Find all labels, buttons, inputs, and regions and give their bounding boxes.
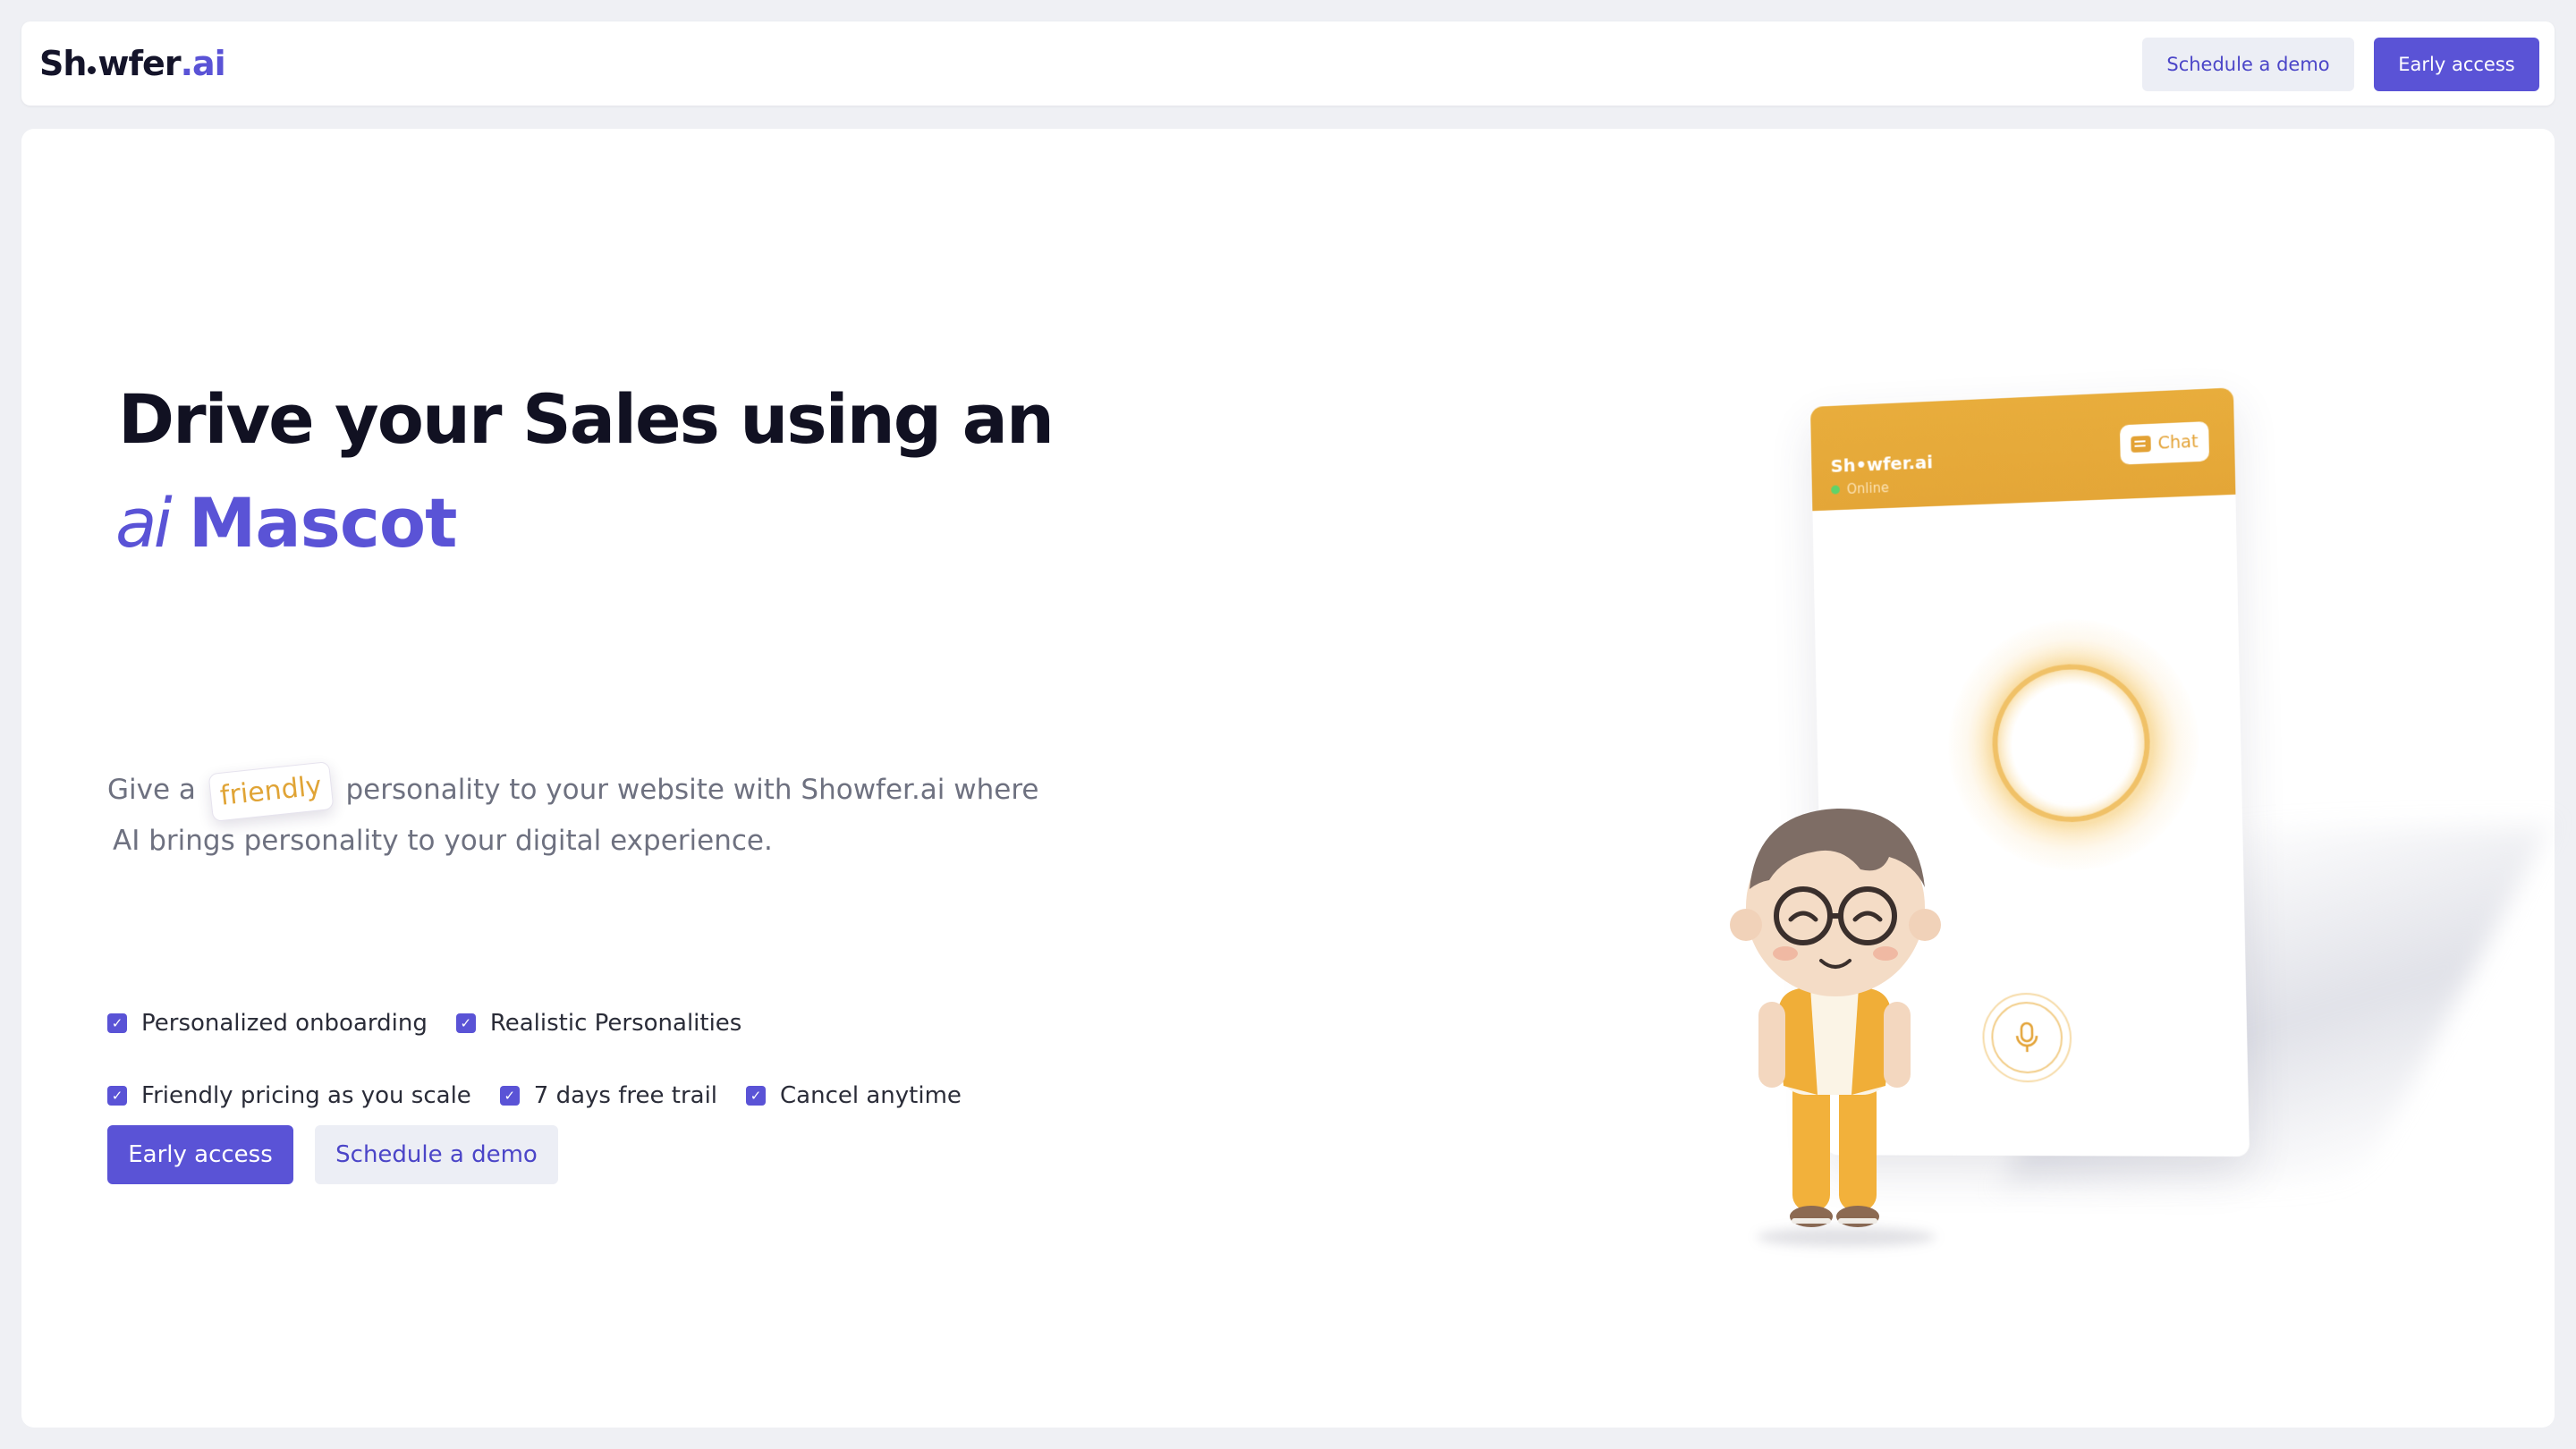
feature-item: ✓ Personalized onboarding — [107, 1010, 428, 1037]
subtext-line2: AI brings personality to your digital ex… — [113, 824, 773, 857]
nav-schedule-demo-button[interactable]: Schedule a demo — [2142, 38, 2354, 91]
hero-section: Drive your Sales using an ai Mascot Give… — [21, 129, 2555, 1428]
widget-brand: Sh•wfer.ai — [1830, 451, 1934, 477]
hero-headline-line2: ai Mascot — [115, 478, 458, 567]
mic-inner-ring — [1990, 1001, 2063, 1074]
widget-status: Online — [1831, 479, 1889, 497]
feature-item: ✓ Realistic Personalities — [455, 1010, 742, 1037]
checkbox-checked-icon: ✓ — [107, 1086, 127, 1106]
subtext-before: Give a — [107, 774, 196, 806]
feature-row-2: ✓ Friendly pricing as you scale ✓ 7 days… — [107, 1078, 1091, 1114]
checkbox-checked-icon: ✓ — [499, 1086, 520, 1106]
mascot-character — [1703, 782, 1971, 1247]
logo-text-start: Sh — [39, 44, 87, 83]
top-navbar: Sh wfer .ai Schedule a demo Early access — [21, 21, 2555, 106]
chat-bubble-icon — [2131, 435, 2151, 453]
feature-label: Realistic Personalities — [489, 1010, 742, 1037]
widget-mic-button[interactable] — [1981, 992, 2073, 1083]
feature-item: ✓ Friendly pricing as you scale — [107, 1082, 471, 1109]
headline-mascot-word: Mascot — [188, 482, 458, 563]
widget-chat-label: Chat — [2157, 431, 2199, 453]
online-dot-icon — [1831, 485, 1841, 495]
hero-early-access-button[interactable]: Early access — [107, 1125, 293, 1184]
nav-early-access-button[interactable]: Early access — [2374, 38, 2539, 91]
mascot-illustration: Sh•wfer.ai Online Chat — [1703, 361, 2550, 1301]
feature-item: ✓ Cancel anytime — [746, 1082, 962, 1109]
hero-subtext: Give a friendly personality to your webs… — [107, 760, 1055, 866]
ai-wordmark: ai — [115, 482, 173, 563]
feature-label: Personalized onboarding — [141, 1010, 428, 1037]
subtext-after: personality to your website with Showfer… — [345, 774, 1039, 806]
feature-label: Cancel anytime — [780, 1082, 962, 1109]
logo-text-ai: .ai — [180, 44, 226, 83]
feature-item: ✓ 7 days free trail — [499, 1082, 718, 1109]
logo-dot-icon — [88, 65, 97, 74]
hero-headline: Drive your Sales using an — [118, 379, 1055, 459]
brand-logo[interactable]: Sh wfer .ai — [39, 21, 226, 106]
checkbox-checked-icon: ✓ — [107, 1013, 127, 1033]
logo-text-mid: wfer — [97, 44, 181, 83]
mascot-ground-shadow — [1757, 1227, 1936, 1247]
feature-row-1: ✓ Personalized onboarding ✓ Realistic Pe… — [107, 1005, 1091, 1041]
widget-status-label: Online — [1846, 479, 1889, 497]
widget-header: Sh•wfer.ai Online Chat — [1809, 387, 2236, 512]
mascot-figure-icon — [1730, 808, 1941, 1227]
friendly-sticker: friendly — [208, 760, 335, 822]
feature-label: 7 days free trail — [533, 1082, 718, 1109]
microphone-icon — [2013, 1021, 2041, 1053]
checkbox-checked-icon: ✓ — [746, 1086, 767, 1106]
feature-label: Friendly pricing as you scale — [141, 1082, 471, 1109]
widget-chat-button[interactable]: Chat — [2119, 421, 2210, 465]
hero-schedule-demo-button[interactable]: Schedule a demo — [315, 1125, 558, 1184]
checkbox-checked-icon: ✓ — [455, 1013, 476, 1033]
